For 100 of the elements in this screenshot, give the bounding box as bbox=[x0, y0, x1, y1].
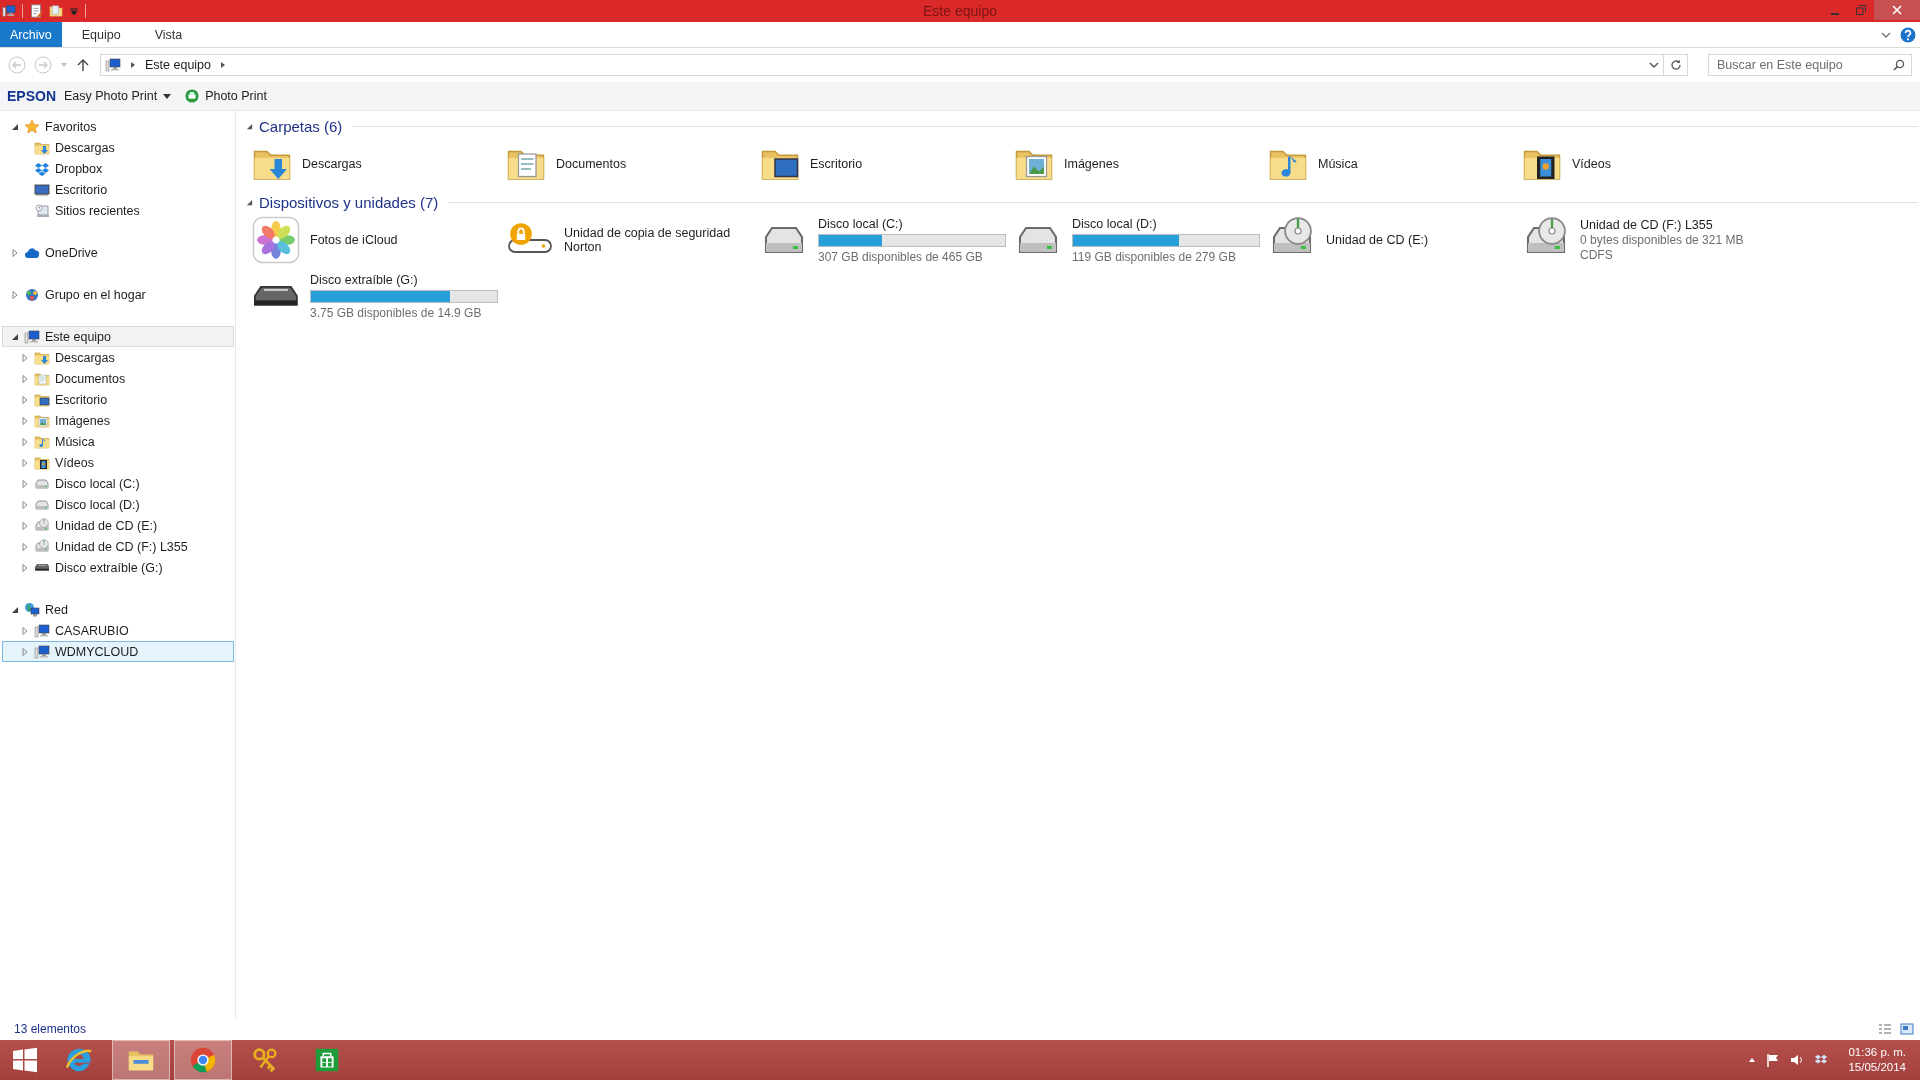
folder-item[interactable]: Escritorio bbox=[760, 138, 1014, 190]
flag-icon[interactable] bbox=[1766, 1053, 1781, 1067]
folder-item[interactable]: Documentos bbox=[506, 138, 760, 190]
drive-item[interactable]: Disco local (D:) 119 GB disponibles de 279 GB bbox=[1014, 212, 1268, 268]
folder-item[interactable]: Imágenes bbox=[1014, 138, 1268, 190]
details-view-icon[interactable] bbox=[1878, 1023, 1892, 1035]
collapsed-arrow-icon[interactable] bbox=[21, 479, 29, 488]
item-name: Unidad de CD (F:) L355 bbox=[1580, 218, 1714, 232]
new-folder-icon[interactable] bbox=[49, 4, 63, 18]
refresh-button[interactable] bbox=[1664, 54, 1688, 76]
tree-item[interactable]: Vídeos bbox=[2, 452, 234, 473]
drive-item[interactable]: Disco extraíble (G:) 3.75 GB disponibles de 14.9 GB bbox=[252, 268, 506, 324]
customize-dropdown-icon[interactable] bbox=[69, 6, 79, 16]
tree-item[interactable]: WDMYCLOUD bbox=[2, 641, 234, 662]
collapsed-arrow-icon[interactable] bbox=[21, 521, 29, 530]
address-field[interactable]: Este equipo bbox=[100, 54, 1664, 76]
tree-item[interactable]: Disco local (C:) bbox=[2, 473, 234, 494]
ribbon-tab[interactable]: Archivo bbox=[0, 22, 62, 47]
tree-item[interactable]: Dropbox bbox=[2, 158, 234, 179]
tree-item[interactable]: Imágenes bbox=[2, 410, 234, 431]
help-icon[interactable] bbox=[1900, 26, 1916, 43]
taskbar-button[interactable] bbox=[174, 1040, 232, 1080]
expanded-arrow-icon[interactable] bbox=[11, 605, 19, 614]
taskbar-button[interactable] bbox=[112, 1040, 170, 1080]
collapsed-arrow-icon[interactable] bbox=[21, 626, 29, 635]
item-name: Unidad de copia de seguridad Norton bbox=[564, 226, 732, 254]
folder-item[interactable]: Música bbox=[1268, 138, 1522, 190]
forward-icon[interactable] bbox=[34, 56, 52, 74]
expanded-arrow-icon[interactable] bbox=[11, 332, 19, 341]
group-header[interactable]: Carpetas (6) bbox=[259, 117, 343, 135]
drive-item[interactable]: Fotos de iCloud bbox=[252, 212, 506, 268]
collapsed-arrow-icon[interactable] bbox=[21, 353, 29, 362]
tree-item[interactable]: Sitios recientes bbox=[2, 200, 234, 221]
large-icons-view-icon[interactable] bbox=[1900, 1023, 1914, 1035]
videos-folder-icon bbox=[34, 454, 50, 471]
close-button[interactable] bbox=[1874, 0, 1920, 20]
clock-date[interactable]: 15/05/2014 bbox=[1848, 1060, 1906, 1075]
download-folder-icon bbox=[34, 349, 50, 366]
tree-item[interactable]: Documentos bbox=[2, 368, 234, 389]
tree-item[interactable]: Descargas bbox=[2, 137, 234, 158]
collapsed-arrow-icon[interactable] bbox=[11, 290, 19, 299]
tree-item[interactable]: Escritorio bbox=[2, 179, 234, 200]
ribbon-tab[interactable]: Equipo bbox=[67, 22, 135, 47]
address-dropdown-icon[interactable] bbox=[1649, 60, 1659, 70]
collapsed-arrow-icon[interactable] bbox=[11, 248, 19, 257]
drive-item[interactable]: Unidad de CD (F:) L355 0 bytes disponibles de 321 MB CDFS bbox=[1522, 212, 1776, 268]
favorites-star-icon bbox=[24, 118, 40, 135]
tree-item[interactable]: OneDrive bbox=[2, 242, 234, 263]
restore-icon bbox=[1856, 5, 1866, 15]
desktop-folder-icon bbox=[34, 391, 50, 408]
collapsed-arrow-icon[interactable] bbox=[21, 500, 29, 509]
expanded-arrow-icon[interactable] bbox=[246, 122, 253, 130]
tree-item[interactable]: Unidad de CD (E:) bbox=[2, 515, 234, 536]
collapsed-arrow-icon[interactable] bbox=[21, 563, 29, 572]
toolbar-dropdown[interactable]: Easy Photo Print bbox=[64, 88, 172, 103]
tree-item[interactable]: Grupo en el hogar bbox=[2, 284, 234, 305]
removable-drive-icon bbox=[34, 564, 50, 571]
cd-drive-icon bbox=[34, 538, 50, 555]
tree-item[interactable]: Red bbox=[2, 599, 234, 620]
properties-icon[interactable] bbox=[29, 4, 43, 18]
show-hidden-icons-icon[interactable] bbox=[1748, 1056, 1757, 1064]
collapsed-arrow-icon[interactable] bbox=[21, 395, 29, 404]
speaker-icon[interactable] bbox=[1790, 1053, 1805, 1067]
drive-item[interactable]: Unidad de copia de seguridad Norton bbox=[506, 212, 760, 268]
open-box-icon bbox=[34, 160, 50, 177]
expanded-arrow-icon[interactable] bbox=[246, 198, 253, 206]
collapsed-arrow-icon[interactable] bbox=[21, 374, 29, 383]
drive-item[interactable]: Unidad de CD (E:) bbox=[1268, 212, 1522, 268]
folder-item[interactable]: Descargas bbox=[252, 138, 506, 190]
toolbar-button[interactable]: Photo Print bbox=[185, 88, 267, 103]
group-header[interactable]: Dispositivos y unidades (7) bbox=[259, 193, 439, 211]
collapsed-arrow-icon[interactable] bbox=[21, 542, 29, 551]
back-icon[interactable] bbox=[8, 56, 26, 74]
chevron-icon[interactable] bbox=[129, 61, 137, 69]
clock-time[interactable]: 01:36 p. m. bbox=[1848, 1045, 1906, 1060]
search-field[interactable]: Buscar en Este equipo bbox=[1708, 54, 1912, 76]
tree-item[interactable]: Descargas bbox=[2, 347, 234, 368]
search-icon[interactable] bbox=[1893, 59, 1905, 71]
collapsed-arrow-icon[interactable] bbox=[21, 437, 29, 446]
drive-item[interactable]: Disco local (C:) 307 GB disponibles de 465 GB bbox=[760, 212, 1014, 268]
breadcrumb-item[interactable]: Este equipo bbox=[145, 58, 212, 72]
tree-item[interactable]: Disco local (D:) bbox=[2, 494, 234, 515]
ribbon-tab[interactable]: Vista bbox=[140, 22, 197, 47]
collapsed-arrow-icon[interactable] bbox=[21, 416, 29, 425]
tree-item[interactable]: Música bbox=[2, 431, 234, 452]
item-detail: 307 GB disponibles de 465 GB bbox=[818, 249, 984, 264]
tree-item[interactable]: Este equipo bbox=[2, 326, 234, 347]
up-arrow-icon[interactable] bbox=[76, 58, 90, 72]
tree-item[interactable]: CASARUBIO bbox=[2, 620, 234, 641]
tree-item[interactable]: Escritorio bbox=[2, 389, 234, 410]
collapsed-arrow-icon[interactable] bbox=[21, 647, 29, 656]
folder-item[interactable]: Vídeos bbox=[1522, 138, 1776, 190]
recent-locations-icon[interactable] bbox=[60, 61, 68, 69]
monitor-icon bbox=[34, 181, 50, 198]
tree-item[interactable]: Disco extraíble (G:) bbox=[2, 557, 234, 578]
expanded-arrow-icon[interactable] bbox=[11, 122, 19, 131]
collapsed-arrow-icon[interactable] bbox=[21, 458, 29, 467]
item-detail: CDFS bbox=[1580, 248, 1614, 262]
tree-item[interactable]: Favoritos bbox=[2, 116, 234, 137]
tree-item[interactable]: Unidad de CD (F:) L355 bbox=[2, 536, 234, 557]
